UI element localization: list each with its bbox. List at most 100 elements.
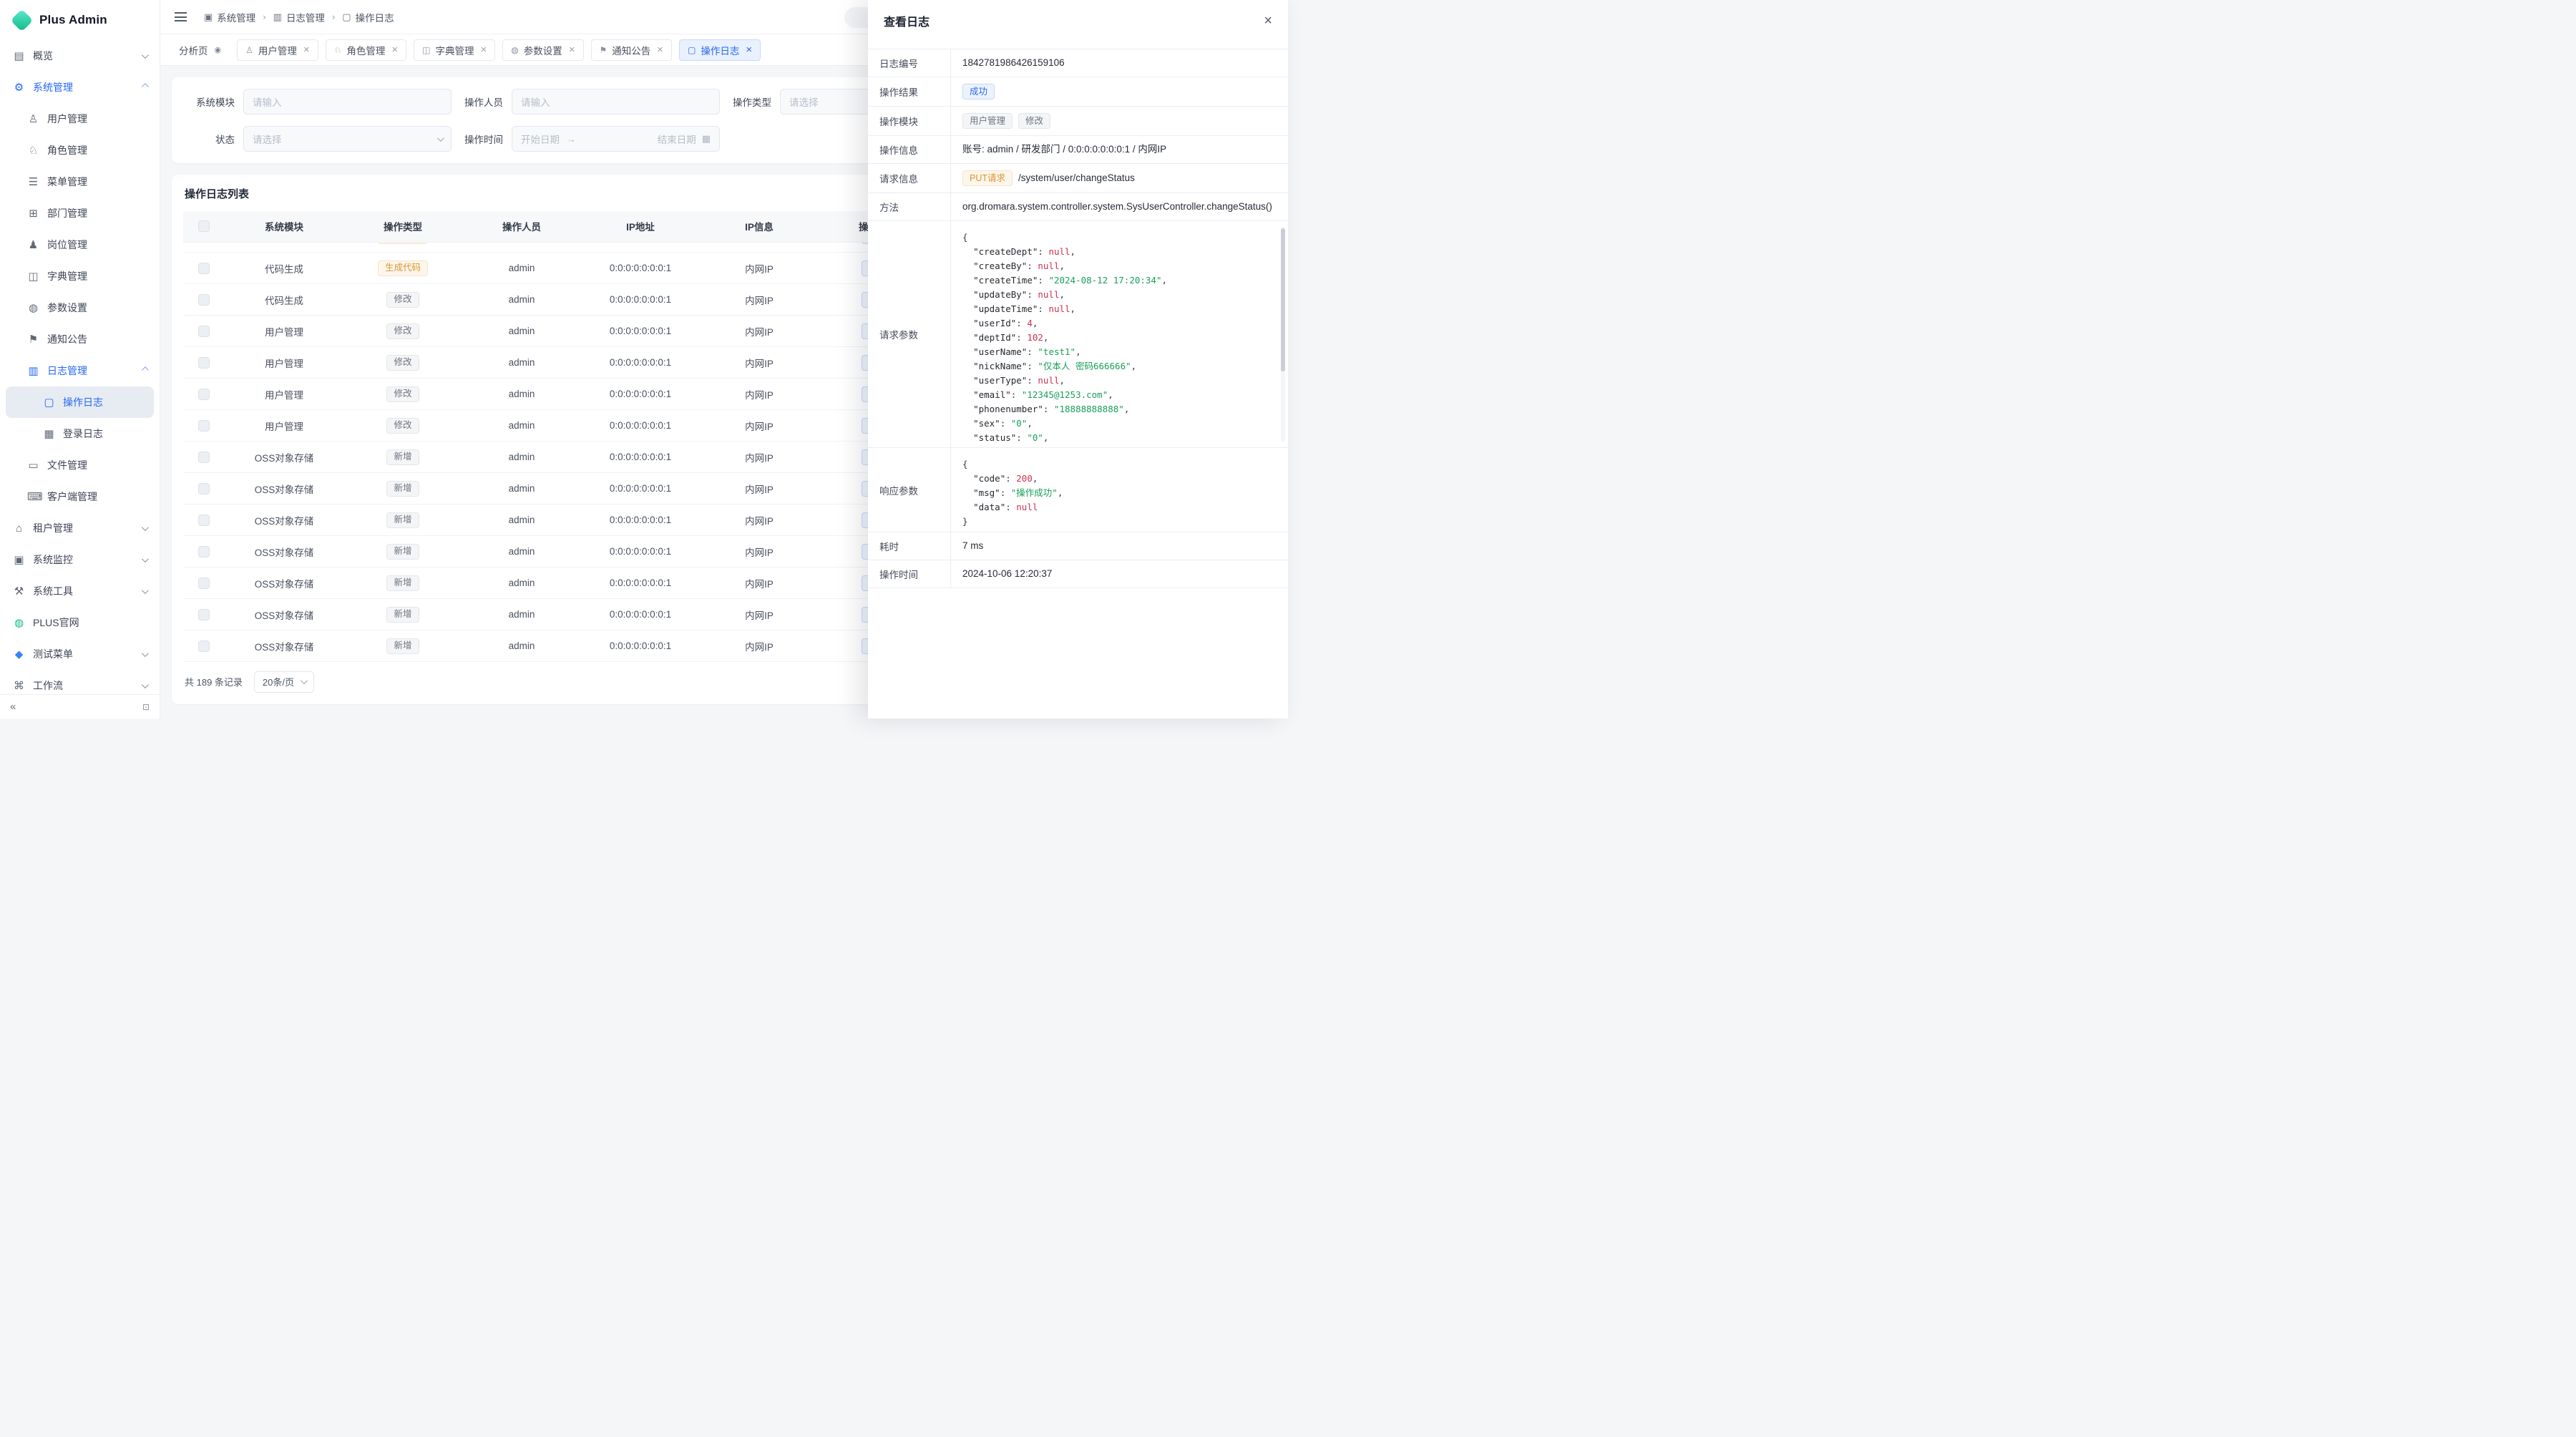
column-header: 操作类型 xyxy=(343,211,462,242)
row-checkbox[interactable] xyxy=(198,483,210,495)
sidebar-item-loginlog[interactable]: ▦登录日志 xyxy=(6,418,154,449)
app-root: Plus Admin ▤概览⚙系统管理♙用户管理♘角色管理☰菜单管理⊞部门管理♟… xyxy=(0,0,1288,718)
app-title: Plus Admin xyxy=(39,13,107,27)
row-checkbox[interactable] xyxy=(198,326,210,337)
row-checkbox[interactable] xyxy=(198,420,210,432)
row-checkbox[interactable] xyxy=(198,546,210,557)
ip-info-cell: 内网IP xyxy=(700,347,819,379)
scrollbar-track[interactable] xyxy=(1281,227,1285,442)
sidebar-toggle-button[interactable] xyxy=(175,12,187,21)
row-checkbox[interactable] xyxy=(198,578,210,589)
page-size-value: 20条/页 xyxy=(263,675,294,688)
field-value: 7 ms xyxy=(951,532,1288,560)
field-value: 用户管理修改 xyxy=(951,107,1288,135)
view-log-drawer: 查看日志 × 日志编号1842781986426159106操作结果成功操作模块… xyxy=(868,0,1288,718)
client-icon: ⌨ xyxy=(27,490,39,503)
row-select-cell xyxy=(183,630,225,662)
row-select-cell xyxy=(183,599,225,630)
row-checkbox[interactable] xyxy=(198,609,210,620)
tab-item-3[interactable]: ◫字典管理× xyxy=(414,39,495,61)
breadcrumb-item[interactable]: ▢操作日志 xyxy=(342,10,394,24)
sidebar-item-tenant[interactable]: ⌂租户管理 xyxy=(6,512,154,544)
system-module-input[interactable]: 请输入 xyxy=(243,89,452,115)
sidebar-item-tools[interactable]: ⚒系统工具 xyxy=(6,575,154,607)
operator-cell: admin xyxy=(462,505,581,536)
op-type-tag: 修改 xyxy=(386,292,419,308)
close-icon[interactable]: × xyxy=(657,44,663,55)
operator-cell: admin xyxy=(462,316,581,347)
sidebar-item-param[interactable]: ◍参数设置 xyxy=(6,292,154,323)
breadcrumb-item[interactable]: ▣系统管理 xyxy=(204,10,255,24)
row-checkbox[interactable] xyxy=(198,389,210,400)
close-icon[interactable]: × xyxy=(303,44,310,55)
ip-info-cell: 内网IP xyxy=(700,379,819,410)
row-checkbox[interactable] xyxy=(198,263,210,274)
status-select[interactable]: 请选择 xyxy=(243,126,452,152)
row-checkbox[interactable] xyxy=(198,357,210,369)
scrollbar-thumb[interactable] xyxy=(1281,228,1285,371)
operator-label: 操作人员 xyxy=(457,94,503,109)
chevron-down-icon xyxy=(301,677,308,684)
tab-label: 字典管理 xyxy=(436,43,474,57)
sidebar-item-client[interactable]: ⌨ 客户端管理 xyxy=(6,481,154,512)
pin-icon[interactable]: ◉ xyxy=(215,45,222,54)
sidebar-collapse-button[interactable]: « xyxy=(10,701,16,712)
sidebar-item-label: 客户端管理 xyxy=(47,489,97,504)
op-time-range-picker[interactable]: 开始日期 → 结束日期 ▦ xyxy=(512,126,720,152)
sidebar-item-dept[interactable]: ⊞部门管理 xyxy=(6,198,154,229)
ip-cell: 0:0:0:0:0:0:0:1 xyxy=(581,505,700,536)
close-icon[interactable]: × xyxy=(569,44,575,55)
page-size-select[interactable]: 20条/页 xyxy=(254,671,314,693)
field-label: 耗时 xyxy=(868,532,951,560)
select-placeholder: 请选择 xyxy=(253,132,431,146)
sidebar-item-label: 系统工具 xyxy=(33,584,73,598)
end-date-placeholder: 结束日期 xyxy=(658,132,696,146)
operator-cell: admin xyxy=(462,253,581,284)
drawer-title: 查看日志 xyxy=(884,12,930,29)
tab-item-0[interactable]: 分析页◉ xyxy=(170,39,230,61)
sidebar-item-notice[interactable]: ⚑通知公告 xyxy=(6,323,154,355)
sidebar-item-workflow[interactable]: ⌘工作流 xyxy=(6,670,154,694)
row-checkbox[interactable] xyxy=(198,515,210,526)
sidebar-item-test[interactable]: ◆测试菜单 xyxy=(6,638,154,670)
row-checkbox[interactable] xyxy=(198,294,210,306)
field-tag: 修改 xyxy=(1018,113,1050,129)
drawer-field-row: 操作时间2024-10-06 12:20:37 xyxy=(868,560,1288,588)
close-icon[interactable]: × xyxy=(1264,14,1272,28)
tab-item-1[interactable]: ♙用户管理× xyxy=(237,39,318,61)
sidebar-item-label: 登录日志 xyxy=(63,427,103,441)
tab-item-6[interactable]: ▢操作日志× xyxy=(679,39,761,61)
chevron-up-icon xyxy=(142,83,149,90)
close-icon[interactable]: × xyxy=(746,44,752,55)
sidebar-item-file[interactable]: ▭文件管理 xyxy=(6,449,154,481)
select-all-checkbox[interactable] xyxy=(198,220,210,232)
module-cell: 用户管理 xyxy=(225,379,343,410)
op-type-cell: 修改 xyxy=(343,410,462,442)
row-checkbox[interactable] xyxy=(198,640,210,652)
sidebar-item-oplog[interactable]: ▢操作日志 xyxy=(6,386,154,418)
sidebar-item-menu[interactable]: ☰菜单管理 xyxy=(6,166,154,198)
sidebar-item-user[interactable]: ♙用户管理 xyxy=(6,103,154,135)
sidebar-item-label: 日志管理 xyxy=(47,364,87,378)
breadcrumb-item[interactable]: ▥日志管理 xyxy=(273,10,325,24)
sidebar-item-overview[interactable]: ▤概览 xyxy=(6,40,154,72)
tab-label: 操作日志 xyxy=(701,43,739,57)
row-checkbox[interactable] xyxy=(198,452,210,463)
tab-item-4[interactable]: ◍参数设置× xyxy=(502,39,583,61)
sidebar-pin-button[interactable]: ⊡ xyxy=(142,702,150,712)
operator-input[interactable]: 请输入 xyxy=(512,89,720,115)
tab-label: 角色管理 xyxy=(346,43,385,57)
sidebar-item-dict[interactable]: ◫字典管理 xyxy=(6,260,154,292)
tab-item-2[interactable]: ♘角色管理× xyxy=(326,39,407,61)
sidebar-item-monitor[interactable]: ▣系统监控 xyxy=(6,544,154,575)
sidebar-item-role[interactable]: ♘角色管理 xyxy=(6,135,154,166)
sidebar-item-system[interactable]: ⚙系统管理 xyxy=(6,72,154,103)
close-icon[interactable]: × xyxy=(391,44,398,55)
close-icon[interactable]: × xyxy=(481,44,487,55)
tab-item-5[interactable]: ⚑通知公告× xyxy=(591,39,673,61)
sidebar-item-plus-site[interactable]: ◍PLUS官网 xyxy=(6,607,154,638)
sidebar-item-log[interactable]: ▥日志管理 xyxy=(6,355,154,386)
log-icon: ▥ xyxy=(273,11,282,23)
drawer-field-row: 请求参数{ "createDept": null, "createBy": nu… xyxy=(868,221,1288,448)
sidebar-item-post[interactable]: ♟岗位管理 xyxy=(6,229,154,260)
